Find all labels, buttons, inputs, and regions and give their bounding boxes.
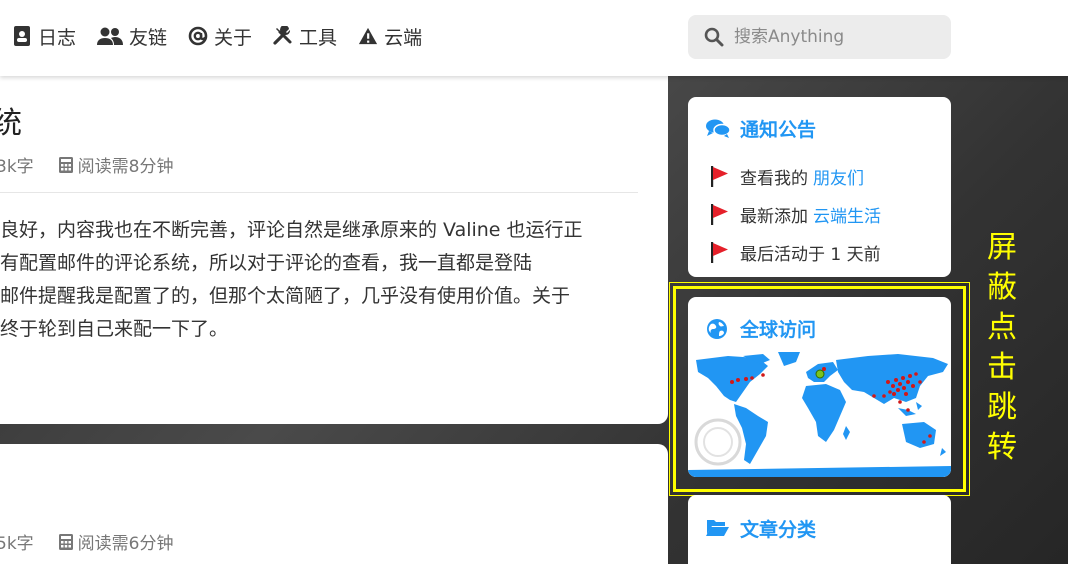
excerpt-line: 有配置邮件的评论系统，所以对于评论的查看，我一直都是登陆: [0, 252, 533, 274]
notice-text: 最后活动于 1 天前: [740, 244, 881, 265]
post-card[interactable]: 5k字 阅读需6分钟: [0, 444, 668, 564]
post-meta: 3k字 阅读需8分钟: [0, 152, 174, 177]
read-time-text: 阅读需6分钟: [77, 534, 174, 554]
nav-label: 关于: [214, 26, 253, 49]
calculator-icon: [58, 156, 74, 173]
excerpt-line: 良好，内容我也在不断完善，评论自然是继承原来的 Valine 也运行正: [0, 219, 583, 241]
nav-item-friends[interactable]: 友链: [97, 23, 167, 50]
tools-icon: [273, 26, 293, 46]
widget-title: 文章分类: [706, 515, 816, 542]
category-widget: 文章分类: [688, 495, 951, 564]
widget-title-text: 全球访问: [740, 319, 817, 341]
divider: [0, 192, 638, 193]
list-item: 最新添加 云端生活: [710, 195, 881, 233]
word-count: 3k字: [0, 157, 34, 177]
read-time-text: 阅读需8分钟: [77, 157, 174, 177]
main-nav: 日志 友链 关于 工具 云端: [12, 0, 443, 72]
search-input[interactable]: [734, 27, 934, 47]
notice-text: 查看我的: [740, 168, 808, 189]
nav-label: 云端: [384, 26, 423, 49]
nav-item-cloud[interactable]: 云端: [358, 23, 422, 50]
blocked-click-label: 屏蔽点击跳转: [987, 230, 1017, 465]
notice-widget: 通知公告 查看我的 朋友们 最新添加 云端生活 最后活动于 1 天前: [688, 97, 951, 277]
list-item: 最后活动于 1 天前: [710, 233, 881, 271]
nav-item-about[interactable]: 关于: [188, 23, 252, 50]
nav-item-journal[interactable]: 日志: [12, 23, 76, 50]
notice-list: 查看我的 朋友们 最新添加 云端生活 最后活动于 1 天前: [710, 157, 881, 271]
journal-icon: [12, 26, 32, 46]
friends-link[interactable]: 朋友们: [813, 164, 864, 189]
widget-title-text: 文章分类: [740, 519, 817, 541]
at-icon: [188, 26, 208, 46]
post-excerpt: 良好，内容我也在不断完善，评论自然是继承原来的 Valine 也运行正 有配置邮…: [0, 214, 620, 346]
search-icon: [704, 27, 724, 47]
search-box[interactable]: [688, 15, 951, 59]
word-count: 5k字: [0, 534, 34, 554]
excerpt-line: 终于轮到自己来配一下了。: [0, 318, 229, 340]
nav-label: 友链: [129, 26, 168, 49]
comments-icon: [706, 118, 731, 140]
calculator-icon: [58, 533, 74, 550]
users-icon: [97, 26, 124, 46]
read-time: 阅读需6分钟: [58, 529, 174, 554]
excerpt-line: 邮件提醒我是配置了的，但那个太简陋了，几乎没有使用价值。关于: [0, 285, 571, 307]
widget-title-text: 通知公告: [740, 119, 817, 141]
post-title[interactable]: 统: [0, 98, 22, 142]
widget-title: 通知公告: [706, 115, 816, 142]
globe-icon: [706, 318, 728, 340]
post-meta: 5k字 阅读需6分钟: [0, 529, 174, 554]
list-item: 查看我的 朋友们: [710, 157, 881, 195]
nav-item-tools[interactable]: 工具: [273, 23, 337, 50]
notice-text: 最新添加: [740, 206, 808, 227]
cloud-life-link[interactable]: 云端生活: [813, 202, 881, 227]
flag-icon: [710, 203, 730, 225]
warning-icon: [358, 26, 378, 46]
post-card[interactable]: 统 3k字 阅读需8分钟 良好，内容我也在不断完善，评论自然是继承原来的 Val…: [0, 76, 668, 424]
widget-title: 全球访问: [706, 315, 816, 342]
flag-icon: [710, 241, 730, 263]
site-header: 日志 友链 关于 工具 云端: [0, 0, 1068, 76]
nav-label: 工具: [299, 26, 338, 49]
world-visitor-map[interactable]: [688, 352, 951, 477]
read-time: 阅读需8分钟: [58, 152, 174, 177]
flag-icon: [710, 165, 730, 187]
global-visit-widget[interactable]: 全球访问: [688, 297, 951, 477]
folder-open-icon: [706, 518, 729, 540]
nav-label: 日志: [38, 26, 77, 49]
